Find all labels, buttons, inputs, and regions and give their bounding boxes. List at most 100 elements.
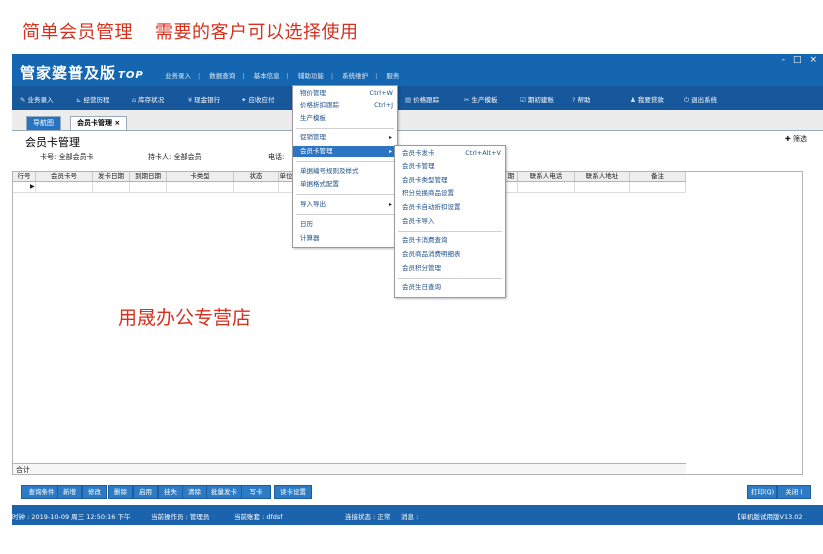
menu-item-bill-format[interactable]: 单据格式配置 xyxy=(293,179,397,190)
enable-button[interactable]: 启用 xyxy=(133,485,158,499)
toolbar-receivable-button[interactable]: ✦ 应收应付 xyxy=(241,94,274,104)
tab-strip: 导航图 会员卡管理 × xyxy=(12,110,823,131)
top-menu-item-system[interactable]: 系统维护 xyxy=(342,72,368,80)
column-header[interactable]: 联系人地址 xyxy=(575,172,630,181)
table-cell[interactable] xyxy=(630,182,686,192)
top-menu-item-query[interactable]: 数据查询 xyxy=(209,72,235,80)
submenu-item-auto-discount[interactable]: 会员卡自动折扣设置 xyxy=(395,202,505,213)
toolbar-template-button[interactable]: ✂ 生产模板 xyxy=(464,94,497,104)
submenu-item-card-import[interactable]: 会员卡导入 xyxy=(395,216,505,227)
query-conditions-button[interactable]: 查询条件 xyxy=(21,485,62,499)
menu-item-price-management[interactable]: 物价管理 Ctrl+W xyxy=(293,88,397,99)
menu-item-production-template[interactable]: 生产模板 xyxy=(293,113,397,124)
column-header[interactable]: 状态 xyxy=(234,172,279,181)
batch-issue-button[interactable]: 批量发卡 xyxy=(206,485,242,499)
menu-item-import-export[interactable]: 导入导出 ▸ xyxy=(293,199,397,210)
menu-item-member-card[interactable]: 会员卡管理 ▸ xyxy=(293,146,397,157)
top-menu-item-service[interactable]: 服务 xyxy=(386,72,399,80)
report-loss-button[interactable]: 挂失 xyxy=(158,485,183,499)
aux-function-menu: 物价管理 Ctrl+W 价格折扣跟踪 Ctrl+J 生产模板 促销管理 ▸ 会员卡管理… xyxy=(292,85,398,248)
close-button[interactable]: 关闭 ( xyxy=(777,485,811,499)
menu-item-calculator[interactable]: 计算器 xyxy=(293,233,397,244)
toolbar-help-button[interactable]: ? 帮助 xyxy=(572,94,590,104)
submenu-item-product-detail[interactable]: 会员商品消费明细表 xyxy=(395,249,505,260)
toolbar-label: 库存状况 xyxy=(138,96,165,104)
table-cell[interactable] xyxy=(575,182,630,192)
menu-separator: | xyxy=(242,72,245,80)
menu-item-label: 单据编号规则及样式 xyxy=(300,167,359,175)
menu-item-label: 积分兑换商品设置 xyxy=(402,189,454,197)
menu-item-label: 会员卡自动折扣设置 xyxy=(402,203,461,211)
menu-item-label: 会员卡消费查询 xyxy=(402,236,448,244)
phone-filter: 电话: xyxy=(268,153,285,161)
submenu-item-birthday-query[interactable]: 会员生日查询 xyxy=(395,282,505,293)
menu-item-bill-numbering[interactable]: 单据编号规则及样式 xyxy=(293,166,397,177)
column-header[interactable]: 备注 xyxy=(630,172,686,181)
top-menu-item-aux[interactable]: 辅助功能 xyxy=(298,72,324,80)
submenu-item-points-exchange[interactable]: 积分兑换商品设置 xyxy=(395,188,505,199)
toolbar-entry-button[interactable]: ✎ 业务录入 xyxy=(20,94,53,104)
maximize-button[interactable]: □ xyxy=(793,55,802,65)
table-cell[interactable] xyxy=(93,182,130,192)
delete-button[interactable]: 删除 xyxy=(108,485,133,499)
status-message: 消息 : xyxy=(401,513,419,521)
tab-navigation[interactable]: 导航图 xyxy=(26,116,61,130)
submenu-item-points-management[interactable]: 会员积分管理 xyxy=(395,263,505,274)
table-cell[interactable] xyxy=(130,182,167,192)
checkbox-icon: ☑ xyxy=(520,96,526,104)
toolbar-cash-button[interactable]: ¥ 现金银行 xyxy=(188,94,220,104)
table-cell[interactable] xyxy=(36,182,93,192)
exchange-icon: ✦ xyxy=(241,96,247,104)
column-header[interactable]: 会员卡号 xyxy=(36,172,93,181)
toolbar-history-button[interactable]: ⊾ 经营历程 xyxy=(76,94,109,104)
table-cell[interactable] xyxy=(518,182,575,192)
submenu-item-card-management[interactable]: 会员卡管理 xyxy=(395,161,505,172)
menu-separator xyxy=(296,128,394,129)
card-reader-settings-button[interactable]: 读卡设置 xyxy=(274,485,312,499)
status-clock: 时钟 : 2019-10-09 周三 12:50:16 下午 xyxy=(12,513,131,521)
help-icon: ? xyxy=(572,96,576,104)
submenu-arrow-icon: ▸ xyxy=(388,201,392,208)
toolbar-label: 期初建账 xyxy=(527,96,554,104)
top-menu-item-basic[interactable]: 基本信息 xyxy=(254,72,280,80)
print-button[interactable]: 打印(Q) xyxy=(747,485,777,499)
logo-suffix: TOP xyxy=(118,70,144,81)
minimize-button[interactable]: - xyxy=(782,55,785,65)
toolbar-opening-button[interactable]: ☑ 期初建账 xyxy=(520,94,554,104)
menu-item-calendar[interactable]: 日历 xyxy=(293,219,397,230)
menu-item-label: 会员卡管理 xyxy=(300,147,333,155)
edit-button[interactable]: 修改 xyxy=(82,485,107,499)
table-cell[interactable] xyxy=(167,182,234,192)
clear-button[interactable]: 清除 xyxy=(182,485,207,499)
column-header[interactable]: 行号 xyxy=(13,172,36,181)
submenu-item-consumption-query[interactable]: 会员卡消费查询 xyxy=(395,235,505,246)
write-card-button[interactable]: 写卡 xyxy=(241,485,271,499)
table-cell[interactable] xyxy=(505,182,518,192)
menu-separator: | xyxy=(198,72,201,80)
column-header[interactable]: 到期日期 xyxy=(130,172,167,181)
close-window-button[interactable]: × xyxy=(809,55,817,65)
toolbar-loan-button[interactable]: ♟ 我要贷款 xyxy=(630,94,664,104)
column-header[interactable]: 卡类型 xyxy=(167,172,234,181)
filter-button[interactable]: ✚ 筛选 xyxy=(785,134,807,144)
menu-item-label: 会员卡管理 xyxy=(402,162,435,170)
menu-item-label: 会员积分管理 xyxy=(402,264,441,272)
toolbar-stock-button[interactable]: ⌂ 库存状况 xyxy=(132,94,164,104)
toolbar-label: 我要贷款 xyxy=(637,96,664,104)
table-cell[interactable] xyxy=(234,182,279,192)
submenu-item-issue-card[interactable]: 会员卡发卡 Ctrl+Alt+V xyxy=(395,148,505,159)
column-header[interactable]: 联系人电话 xyxy=(518,172,575,181)
top-menu-item-entry[interactable]: 业务录入 xyxy=(165,72,191,80)
column-header[interactable]: 发卡日期 xyxy=(93,172,130,181)
add-button[interactable]: 新增 xyxy=(57,485,82,499)
column-header[interactable]: 期 xyxy=(505,172,518,181)
menu-item-discount-track[interactable]: 价格折扣跟踪 Ctrl+J xyxy=(293,100,397,111)
menu-item-label: 会员生日查询 xyxy=(402,283,441,291)
toolbar-price-track-button[interactable]: ▤ 价格跟踪 xyxy=(405,94,439,104)
menu-item-promotion[interactable]: 促销管理 ▸ xyxy=(293,132,397,143)
menu-item-label: 日历 xyxy=(300,220,313,228)
tab-member-card[interactable]: 会员卡管理 × xyxy=(70,116,128,130)
menu-separator: | xyxy=(375,72,378,80)
submenu-item-card-type[interactable]: 会员卡类型管理 xyxy=(395,175,505,186)
toolbar-exit-button[interactable]: ⏻ 退出系统 xyxy=(684,94,717,105)
